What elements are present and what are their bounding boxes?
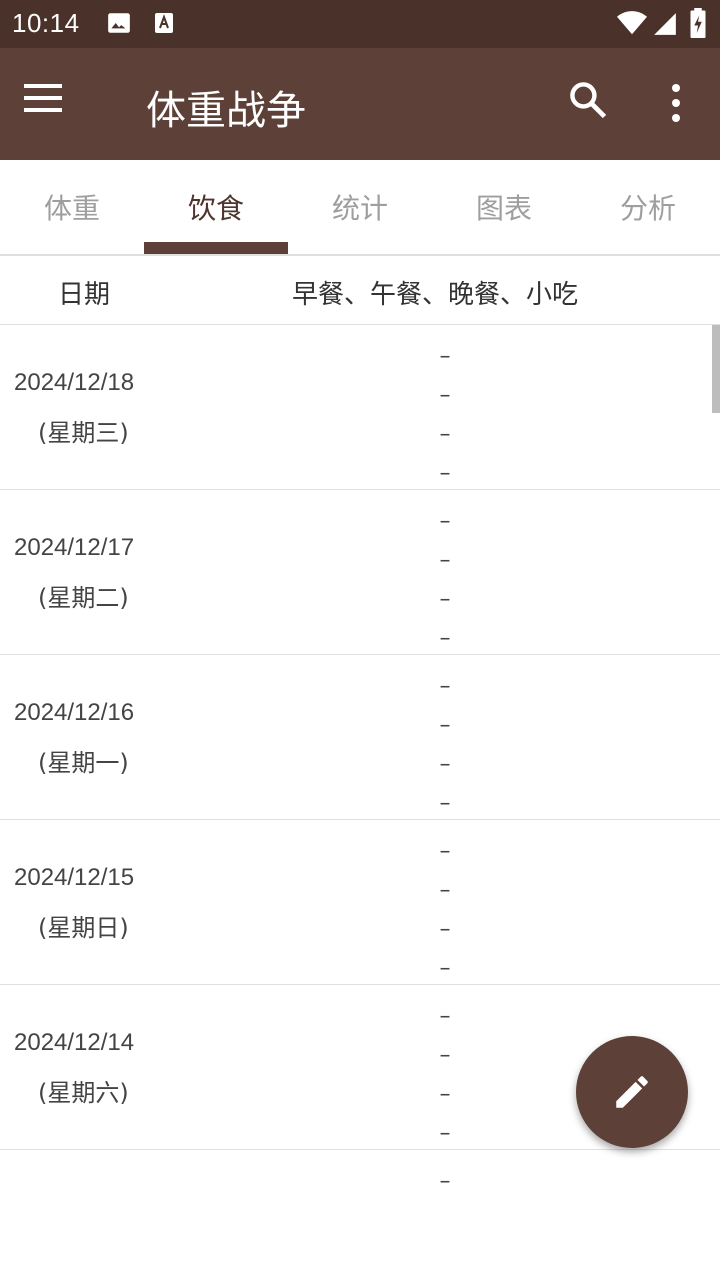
table-header: 日期 早餐、午餐、晚餐、小吃 — [0, 256, 720, 325]
meal-breakfast: – — [439, 1004, 451, 1029]
header-meals: 早餐、午餐、晚餐、小吃 — [292, 280, 579, 310]
search-icon — [570, 82, 607, 119]
row-weekday: (星期六) — [38, 1079, 129, 1107]
status-bar: 10:14 — [0, 0, 720, 48]
row-weekday: (星期一) — [38, 749, 129, 777]
meal-snack: – — [439, 791, 451, 816]
meal-dinner: – — [439, 917, 451, 942]
row-date: 2024/12/14 — [14, 1029, 135, 1056]
row-meals: – – – – — [430, 997, 460, 1153]
meal-lunch: – — [439, 878, 451, 903]
row-weekday: (星期二) — [38, 584, 129, 612]
header-date: 日期 — [58, 280, 111, 310]
more-vert-icon — [672, 84, 680, 122]
tab-weight[interactable]: 体重 — [0, 160, 144, 254]
meal-breakfast: – — [439, 674, 451, 699]
meal-breakfast: – — [439, 344, 451, 369]
row-weekday: (星期三) — [38, 419, 129, 447]
tab-charts[interactable]: 图表 — [432, 160, 576, 254]
meal-lunch: – — [439, 383, 451, 408]
search-button[interactable] — [566, 78, 618, 130]
meal-snack: – — [439, 626, 451, 651]
more-options-button[interactable] — [660, 78, 692, 130]
row-date: 2024/12/15 — [14, 864, 135, 891]
signal-icon — [652, 10, 678, 42]
menu-icon — [24, 84, 62, 112]
tab-analysis[interactable]: 分析 — [576, 160, 720, 254]
tab-bar: 体重 饮食 统计 图表 分析 — [0, 160, 720, 256]
row-meals: – – – – — [430, 832, 460, 988]
image-icon — [106, 10, 132, 40]
row-date: 2024/12/16 — [14, 699, 135, 726]
table-row[interactable]: 2024/12/17 (星期二) – – – – — [0, 490, 720, 655]
row-meals: – – – – — [430, 667, 460, 823]
scrollbar[interactable] — [712, 325, 720, 413]
meal-breakfast: – — [439, 509, 451, 534]
meal-snack: – — [439, 461, 451, 486]
meal-snack: – — [439, 956, 451, 981]
app-bar: 体重战争 — [0, 48, 720, 160]
row-date: 2024/12/17 — [14, 534, 135, 561]
edit-fab-button[interactable] — [576, 1036, 688, 1148]
row-meals: – – – – — [430, 337, 460, 493]
meal-dinner: – — [439, 587, 451, 612]
table-row[interactable]: 2024/12/15 (星期日) – – – – — [0, 820, 720, 985]
table-row[interactable]: 2024/12/18 (星期三) – – – – — [0, 325, 720, 490]
tab-diet[interactable]: 饮食 — [144, 160, 288, 254]
row-meals: – – – – — [430, 502, 460, 658]
tab-indicator — [144, 242, 288, 254]
menu-button[interactable] — [24, 80, 88, 128]
row-date: 2024/12/18 — [14, 369, 135, 396]
app-title: 体重战争 — [146, 88, 306, 134]
meal-lunch: – — [439, 713, 451, 738]
status-time: 10:14 — [12, 8, 80, 38]
meal-dinner: – — [439, 1082, 451, 1107]
wifi-icon — [616, 8, 648, 42]
table-row[interactable]: – — [0, 1150, 720, 1280]
meal-dinner: – — [439, 422, 451, 447]
text-icon — [152, 10, 176, 40]
tab-stats[interactable]: 统计 — [288, 160, 432, 254]
meal-snack: – — [439, 1121, 451, 1146]
row-weekday: (星期日) — [38, 914, 129, 942]
table-row[interactable]: 2024/12/16 (星期一) – – – – — [0, 655, 720, 820]
meal-breakfast: – — [439, 1169, 451, 1194]
meal-dinner: – — [439, 752, 451, 777]
meal-lunch: – — [439, 548, 451, 573]
row-meals: – — [430, 1162, 460, 1201]
meal-lunch: – — [439, 1043, 451, 1068]
edit-icon — [616, 1076, 648, 1108]
meal-breakfast: – — [439, 839, 451, 864]
battery-icon — [688, 8, 708, 42]
